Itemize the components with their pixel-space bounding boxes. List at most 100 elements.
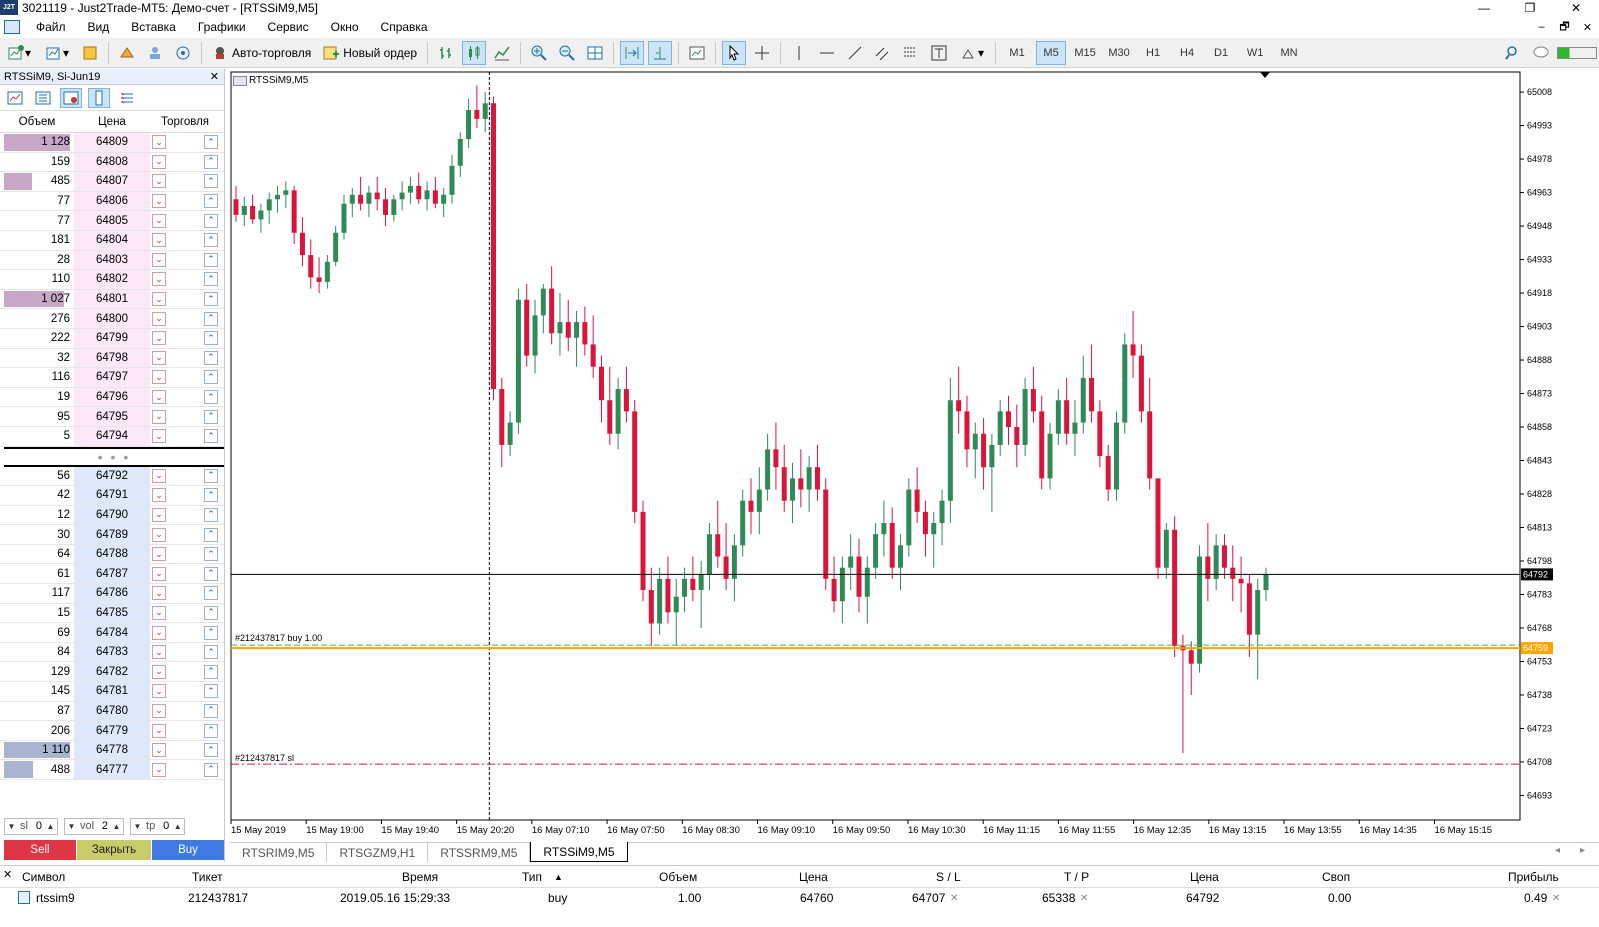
shapes-icon[interactable]: ▾ <box>955 41 989 65</box>
horizontal-line-icon[interactable] <box>815 41 839 65</box>
buy-limit-chevron-up-icon[interactable]: ⌃ <box>204 194 218 209</box>
restore-icon[interactable]: ❐ <box>1507 0 1553 15</box>
dom-row[interactable]: 56 64792 ⌄ ⌃ <box>0 466 224 487</box>
dom-row[interactable]: 276 64800 ⌄ ⌃ <box>0 309 224 329</box>
buy-limit-chevron-up-icon[interactable]: ⌃ <box>204 135 218 150</box>
chevron-up-icon[interactable]: ▲ <box>171 819 184 834</box>
dom-price[interactable]: 64790 <box>74 505 150 525</box>
dom-header-price[interactable]: Цена <box>74 111 150 132</box>
dom-chart-icon[interactable] <box>4 88 26 108</box>
text-icon[interactable] <box>927 41 951 65</box>
dom-row[interactable]: 110 64802 ⌄ ⌃ <box>0 270 224 290</box>
col-sl[interactable]: S / L <box>936 870 961 884</box>
sell-limit-chevron-down-icon[interactable]: ⌄ <box>152 762 166 777</box>
col-symbol[interactable]: Символ <box>22 870 65 884</box>
volume-value[interactable]: 2 <box>96 820 110 832</box>
timeframe-h4[interactable]: H4 <box>1172 41 1202 65</box>
buy-limit-chevron-up-icon[interactable]: ⌃ <box>204 723 218 738</box>
buy-limit-chevron-up-icon[interactable]: ⌃ <box>204 645 218 660</box>
sell-limit-chevron-down-icon[interactable]: ⌄ <box>152 311 166 326</box>
dom-price[interactable]: 64809 <box>74 133 150 152</box>
sell-limit-chevron-down-icon[interactable]: ⌄ <box>152 645 166 660</box>
dom-row[interactable]: 1 027 64801 ⌄ ⌃ <box>0 289 224 310</box>
dom-price[interactable]: 64784 <box>74 623 150 642</box>
chart-canvas[interactable]: 65008 64993 64978 64963 64948 64933 64918 64903… <box>230 71 1599 842</box>
sell-limit-chevron-down-icon[interactable]: ⌄ <box>152 605 166 620</box>
dom-row[interactable]: 87 64780 ⌄ ⌃ <box>0 701 224 722</box>
dom-price[interactable]: 64794 <box>74 426 150 446</box>
sell-button[interactable]: Sell <box>4 840 76 860</box>
dom-price[interactable]: 64788 <box>74 544 150 564</box>
col-tp[interactable]: T / P <box>1064 870 1089 884</box>
col-volume[interactable]: Объем <box>659 870 697 884</box>
buy-limit-chevron-up-icon[interactable]: ⌃ <box>204 252 218 267</box>
sell-limit-chevron-down-icon[interactable]: ⌄ <box>152 331 166 346</box>
new-order-button[interactable]: Новый ордер <box>319 41 421 65</box>
buy-limit-chevron-up-icon[interactable]: ⌃ <box>204 331 218 346</box>
dom-price[interactable]: 64782 <box>74 662 150 682</box>
search-icon[interactable] <box>1501 41 1525 65</box>
sell-limit-chevron-down-icon[interactable]: ⌄ <box>152 390 166 405</box>
dom-price[interactable]: 64781 <box>74 682 150 701</box>
buy-limit-chevron-up-icon[interactable]: ⌃ <box>204 390 218 405</box>
dom-price[interactable]: 64808 <box>74 152 150 172</box>
menu-insert[interactable]: Вставка <box>123 20 190 34</box>
dom-row[interactable]: 488 64777 ⌄ ⌃ <box>0 760 224 780</box>
bar-chart-icon[interactable] <box>434 41 458 65</box>
chevron-down-icon[interactable]: ▼ <box>131 819 144 834</box>
dom-price[interactable]: 64783 <box>74 642 150 662</box>
table-row[interactable]: rtssim9 212437817 2019.05.16 15:29:33 bu… <box>0 888 1599 908</box>
chart-shift-icon[interactable] <box>648 40 673 65</box>
menu-view[interactable]: Вид <box>80 20 124 34</box>
dom-price[interactable]: 64777 <box>74 760 150 779</box>
dom-row[interactable]: 181 64804 ⌄ ⌃ <box>0 230 224 251</box>
dom-row[interactable]: 69 64784 ⌄ ⌃ <box>0 623 224 643</box>
crosshair-icon[interactable] <box>750 41 774 65</box>
buy-limit-chevron-up-icon[interactable]: ⌃ <box>204 586 218 601</box>
chevron-up-icon[interactable]: ▲ <box>44 819 57 834</box>
dom-row[interactable]: 84 64783 ⌄ ⌃ <box>0 642 224 663</box>
dom-row[interactable]: 1 128 64809 ⌄ ⌃ <box>0 133 224 153</box>
dom-price[interactable]: 64805 <box>74 211 150 230</box>
sell-limit-chevron-down-icon[interactable]: ⌄ <box>152 174 166 189</box>
col-current-price[interactable]: Цена <box>1190 870 1219 884</box>
timeframe-mn[interactable]: MN <box>1274 41 1304 65</box>
line-chart-icon[interactable] <box>490 41 514 65</box>
sell-limit-chevron-down-icon[interactable]: ⌄ <box>152 547 166 562</box>
sell-limit-chevron-down-icon[interactable]: ⌄ <box>152 370 166 385</box>
dom-row[interactable]: 222 64799 ⌄ ⌃ <box>0 328 224 349</box>
dom-price[interactable]: 64778 <box>74 740 150 760</box>
dom-row[interactable]: 95 64795 ⌄ ⌃ <box>0 407 224 427</box>
dom-header-trade[interactable]: Торговля <box>150 111 220 132</box>
sell-limit-chevron-down-icon[interactable]: ⌄ <box>152 586 166 601</box>
dom-price[interactable]: 64796 <box>74 387 150 407</box>
sell-limit-chevron-down-icon[interactable]: ⌄ <box>152 684 166 699</box>
zoom-in-icon[interactable] <box>527 41 551 65</box>
buy-limit-chevron-up-icon[interactable]: ⌃ <box>204 409 218 424</box>
menu-charts[interactable]: Графики <box>190 20 260 34</box>
col-time[interactable]: Время <box>402 870 438 884</box>
sell-limit-chevron-down-icon[interactable]: ⌄ <box>152 507 166 522</box>
tp-stepper[interactable]: ▼ tp 0 ▲ <box>130 817 186 835</box>
signals-icon[interactable] <box>171 41 195 65</box>
col-ticket[interactable]: Тикет <box>192 870 223 884</box>
templates-icon[interactable] <box>685 41 709 65</box>
zoom-out-icon[interactable] <box>555 41 579 65</box>
buy-limit-chevron-up-icon[interactable]: ⌃ <box>204 762 218 777</box>
dom-row[interactable]: 15 64785 ⌄ ⌃ <box>0 603 224 624</box>
sell-limit-chevron-down-icon[interactable]: ⌄ <box>152 194 166 209</box>
data-window-icon[interactable] <box>115 41 139 65</box>
row-tp[interactable]: 65338 <box>1042 891 1075 905</box>
menu-window[interactable]: Окно <box>323 20 373 34</box>
sell-limit-chevron-down-icon[interactable]: ⌄ <box>152 292 166 307</box>
remove-tp-icon[interactable]: ✕ <box>1080 893 1088 904</box>
dom-price[interactable]: 64803 <box>74 250 150 270</box>
dom-settings-icon[interactable] <box>116 88 138 108</box>
col-type[interactable]: Тип <box>522 870 542 884</box>
timeframe-w1[interactable]: W1 <box>1240 41 1270 65</box>
buy-limit-chevron-up-icon[interactable]: ⌃ <box>204 154 218 169</box>
buy-limit-chevron-up-icon[interactable]: ⌃ <box>204 527 218 542</box>
profiles-icon[interactable]: ▾ <box>40 41 74 65</box>
dom-row[interactable]: 32 64798 ⌄ ⌃ <box>0 348 224 369</box>
buy-limit-chevron-up-icon[interactable]: ⌃ <box>204 566 218 581</box>
